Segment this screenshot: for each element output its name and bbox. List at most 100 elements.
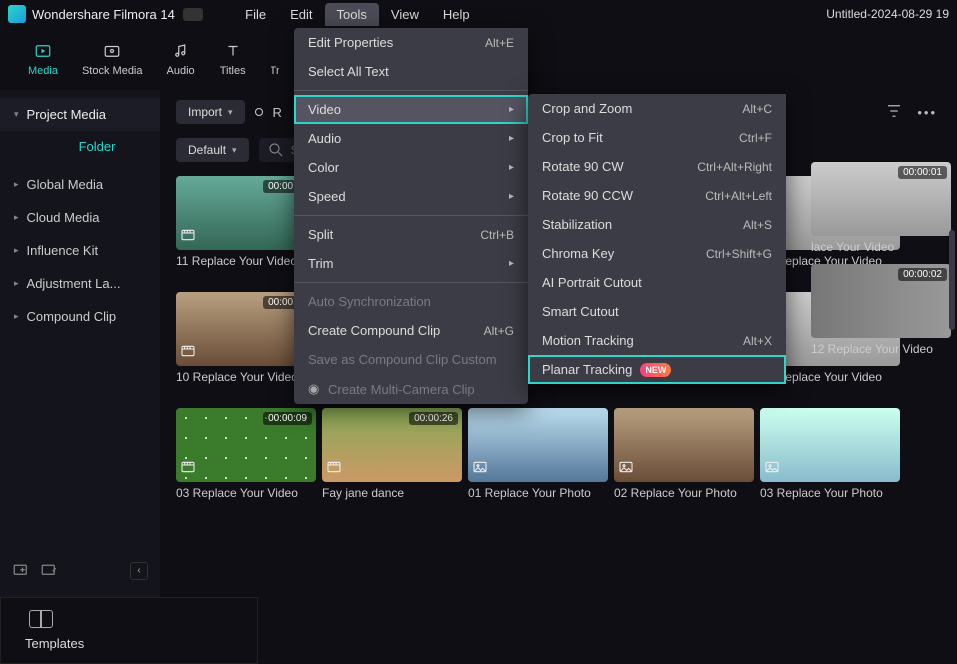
video-icon [180,459,196,478]
sidebar-adjustment-layer[interactable]: ▸Adjustment La... [0,267,160,300]
menu-edit[interactable]: Edit [278,3,324,26]
templates-tab[interactable]: Templates [25,636,257,651]
menu-create-compound[interactable]: Create Compound ClipAlt+G [294,316,528,345]
media-caption: 03 Replace Your Video [176,486,316,500]
duration-badge: 00:00:26 [409,412,458,425]
image-icon [764,459,780,478]
mode-tab-transitions-label: Tr [271,65,279,77]
scrollbar[interactable] [949,230,955,330]
menu-separator [294,90,528,91]
templates-icon [29,610,53,628]
mode-tab-audio[interactable]: Audio [167,41,195,77]
video-icon [180,227,196,246]
menu-separator [294,282,528,283]
menu-select-all-text[interactable]: Select All Text [294,57,528,86]
submenu-smart-cutout[interactable]: Smart Cutout [528,297,786,326]
sidebar-project-media[interactable]: ▾Project Media [0,98,160,131]
chevron-right-icon: ▸ [14,311,19,322]
submenu-arrow-icon: ▸ [509,133,514,144]
mode-tab-stock[interactable]: Stock Media [82,41,143,77]
menu-tools[interactable]: Tools [325,3,379,26]
menu-audio[interactable]: Audio▸ [294,124,528,153]
more-icon[interactable]: ••• [917,105,937,120]
sidebar-global-media[interactable]: ▸Global Media [0,168,160,201]
thumbnail: 00:00:09 [176,408,316,482]
transitions-icon [271,41,279,61]
media-card[interactable]: 02 Replace Your Photo [614,408,754,500]
media-card[interactable]: 03 Replace Your Photo [760,408,900,500]
titles-icon [219,41,247,61]
duration-badge: 00:00:02 [898,268,947,281]
mode-tab-media-label: Media [28,65,58,77]
submenu-chroma-key[interactable]: Chroma KeyCtrl+Shift+G [528,239,786,268]
submenu-ai-portrait-cutout[interactable]: AI Portrait Cutout [528,268,786,297]
duration-badge: 00:00:09 [263,412,312,425]
menu-trim[interactable]: Trim▸ [294,249,528,278]
media-card[interactable]: 00:00:01 lace Your Video [811,162,951,254]
menu-auto-sync: Auto Synchronization [294,287,528,316]
templates-panel: Templates [0,597,258,664]
menu-file[interactable]: File [233,3,278,26]
video-icon [326,459,342,478]
app-name: Wondershare Filmora 14 [32,7,175,22]
menu-bar: File Edit Tools View Help [233,3,481,26]
media-card[interactable]: 00:00:02 12 Replace Your Video [811,264,951,356]
app-logo-icon [8,5,26,23]
image-icon [618,459,634,478]
record-icon[interactable] [255,108,263,116]
image-icon [472,459,488,478]
new-badge: NEW [640,363,671,377]
thumbnail: 00:00:26 [322,408,462,482]
sidebar-compound-clip[interactable]: ▸Compound Clip [0,300,160,333]
new-folder-icon[interactable] [12,560,30,581]
submenu-crop-to-fit[interactable]: Crop to FitCtrl+F [528,123,786,152]
document-title: Untitled-2024-08-29 19 [826,7,949,21]
filter-icon[interactable] [885,102,903,123]
collapse-sidebar-icon[interactable]: ‹ [130,562,148,580]
mode-tab-transitions[interactable]: Tr [271,41,279,77]
record-label: R [273,105,282,120]
submenu-planar-tracking[interactable]: Planar TrackingNEW [528,355,786,384]
media-card[interactable]: 00:00:26 Fay jane dance [322,408,462,500]
submenu-motion-tracking[interactable]: Motion TrackingAlt+X [528,326,786,355]
sort-default-button[interactable]: Default▾ [176,138,249,162]
audio-icon [167,41,195,61]
media-caption: lace Your Video [811,240,951,254]
chevron-right-icon: ▸ [14,245,19,256]
menu-color[interactable]: Color▸ [294,153,528,182]
menu-save-compound: Save as Compound Clip Custom [294,345,528,374]
sidebar-cloud-media[interactable]: ▸Cloud Media [0,201,160,234]
menu-split[interactable]: SplitCtrl+B [294,220,528,249]
media-card[interactable]: 00:00:09 03 Replace Your Video [176,408,316,500]
submenu-stabilization[interactable]: StabilizationAlt+S [528,210,786,239]
menu-view[interactable]: View [379,3,431,26]
media-icon [29,41,57,61]
mode-tab-titles[interactable]: Titles [219,41,247,77]
mode-tab-media[interactable]: Media [28,41,58,77]
thumbnail [760,408,900,482]
thumbnail [614,408,754,482]
import-button[interactable]: Import▾ [176,100,245,124]
duration-badge: 00:00:01 [898,166,947,179]
submenu-arrow-icon: ▸ [509,258,514,269]
sidebar-influence-kit[interactable]: ▸Influence Kit [0,234,160,267]
search-icon [267,141,285,159]
tools-dropdown: Edit PropertiesAlt+E Select All Text Vid… [294,28,528,404]
media-card[interactable]: 01 Replace Your Photo [468,408,608,500]
chevron-down-icon: ▾ [232,145,237,156]
chevron-down-icon: ▾ [228,107,233,118]
thumbnail [468,408,608,482]
stock-media-icon [98,41,126,61]
submenu-rotate-90-cw[interactable]: Rotate 90 CWCtrl+Alt+Right [528,152,786,181]
submenu-rotate-90-ccw[interactable]: Rotate 90 CCWCtrl+Alt+Left [528,181,786,210]
menu-speed[interactable]: Speed▸ [294,182,528,211]
mode-tab-audio-label: Audio [167,65,195,77]
sidebar-folder[interactable]: Folder [34,131,160,162]
new-bin-icon[interactable] [40,560,58,581]
version-badge [183,8,203,21]
menu-help[interactable]: Help [431,3,482,26]
menu-video[interactable]: Video▸ [294,95,528,124]
submenu-crop-and-zoom[interactable]: Crop and ZoomAlt+C [528,94,786,123]
menu-edit-properties[interactable]: Edit PropertiesAlt+E [294,28,528,57]
media-caption: Fay jane dance [322,486,462,500]
